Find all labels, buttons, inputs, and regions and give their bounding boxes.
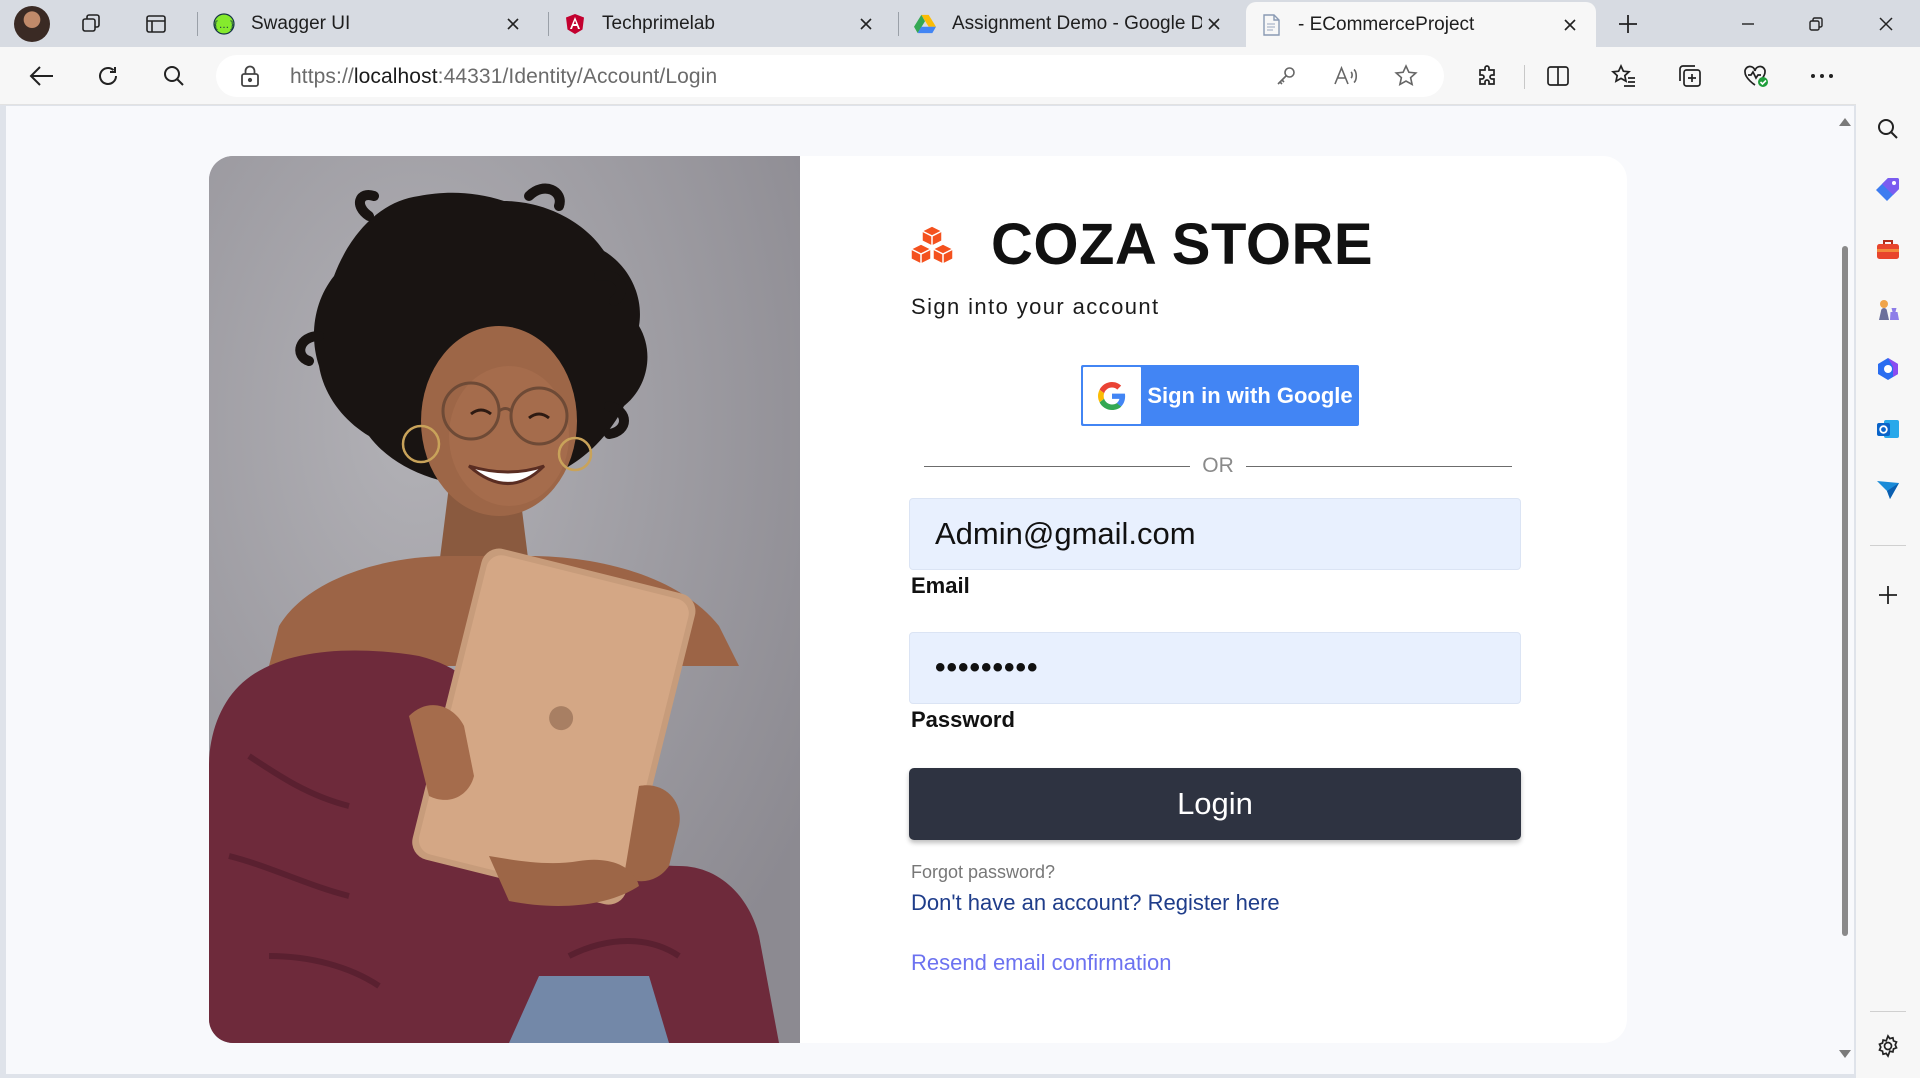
favorite-star-icon[interactable]	[1390, 61, 1422, 91]
close-tab-icon[interactable]	[1202, 12, 1226, 36]
swagger-icon: {…}	[213, 13, 235, 35]
tab-google-drive[interactable]: Assignment Demo - Google Dri	[900, 4, 1240, 44]
divider-line	[1245, 465, 1512, 467]
google-g-icon	[1083, 367, 1141, 424]
divider-line	[924, 465, 1191, 467]
page-scrollbar[interactable]	[1834, 106, 1854, 1074]
or-text: OR	[1202, 454, 1234, 477]
browser-toolbar: https://localhost:44331/Identity/Account…	[0, 47, 1920, 105]
workspaces-icon[interactable]	[74, 8, 110, 40]
more-options-icon[interactable]	[1802, 58, 1842, 94]
login-card: COZA STORE Sign into your account Sign i…	[209, 156, 1627, 1043]
google-signin-button[interactable]: Sign in with Google	[1081, 365, 1359, 426]
tab-label: - ECommerceProject	[1298, 13, 1475, 35]
tab-separator	[898, 12, 899, 36]
password-input[interactable]: •••••••••	[909, 632, 1521, 704]
register-link[interactable]: Don't have an account? Register here	[911, 890, 1280, 916]
microsoft-365-icon[interactable]	[1870, 351, 1906, 387]
angular-icon	[564, 13, 586, 35]
tab-strip: {…} Swagger UI Techprimelab Assignment D…	[0, 0, 1920, 47]
tab-label: Swagger UI	[251, 13, 351, 34]
forgot-password-link[interactable]: Forgot password?	[911, 862, 1055, 883]
search-icon[interactable]	[154, 58, 194, 94]
sidebar-divider	[1870, 545, 1906, 546]
back-icon[interactable]	[22, 58, 62, 94]
scroll-thumb[interactable]	[1842, 246, 1848, 936]
email-input[interactable]: Admin@gmail.com	[909, 498, 1521, 570]
split-screen-icon[interactable]	[1538, 58, 1578, 94]
tab-separator	[197, 12, 198, 36]
extensions-icon[interactable]	[1468, 58, 1508, 94]
tab-ecommerce-project[interactable]: - ECommerceProject	[1246, 2, 1596, 47]
add-sidebar-app-icon[interactable]	[1870, 577, 1906, 613]
toolbar-divider	[1524, 65, 1525, 89]
close-tab-icon[interactable]	[501, 12, 525, 36]
svg-text:{…}: {…}	[213, 20, 235, 31]
tab-techprimelab[interactable]: Techprimelab	[550, 4, 892, 44]
tools-icon[interactable]	[1870, 231, 1906, 267]
close-window-icon[interactable]	[1852, 0, 1920, 47]
scroll-up-arrow-icon[interactable]	[1839, 118, 1851, 126]
page-subtitle: Sign into your account	[911, 294, 1160, 319]
restore-icon[interactable]	[1782, 0, 1850, 47]
send-icon[interactable]	[1870, 471, 1906, 507]
url-text: https://localhost:44331/Identity/Account…	[290, 65, 718, 88]
hero-photo	[209, 156, 800, 1043]
shopping-tag-icon[interactable]	[1870, 171, 1906, 207]
key-icon[interactable]	[1270, 61, 1302, 91]
collections-icon[interactable]	[1670, 58, 1710, 94]
or-divider: OR	[924, 452, 1512, 480]
email-label: Email	[911, 573, 970, 598]
tab-label: Techprimelab	[602, 13, 715, 34]
scroll-down-arrow-icon[interactable]	[1839, 1050, 1851, 1058]
google-drive-icon	[914, 13, 936, 35]
outlook-icon[interactable]	[1870, 411, 1906, 447]
password-label: Password	[911, 707, 1015, 732]
edge-sidebar	[1856, 47, 1920, 1078]
tab-separator	[548, 12, 549, 36]
close-tab-icon[interactable]	[1558, 13, 1582, 37]
page-icon	[1260, 13, 1282, 36]
sidebar-search-icon[interactable]	[1870, 111, 1906, 147]
refresh-icon[interactable]	[88, 58, 128, 94]
close-tab-icon[interactable]	[854, 12, 878, 36]
browser-essentials-icon[interactable]	[1736, 58, 1776, 94]
games-icon[interactable]	[1870, 291, 1906, 327]
read-aloud-icon[interactable]	[1330, 61, 1362, 91]
settings-gear-icon[interactable]	[1870, 1028, 1906, 1064]
new-tab-icon[interactable]	[1610, 8, 1646, 40]
resend-confirmation-link[interactable]: Resend email confirmation	[911, 950, 1171, 976]
brand-name: COZA STORE	[991, 212, 1374, 277]
page-viewport: COZA STORE Sign into your account Sign i…	[6, 106, 1854, 1074]
minimize-icon[interactable]	[1714, 0, 1782, 47]
login-button[interactable]: Login	[909, 768, 1521, 840]
favorites-icon[interactable]	[1604, 58, 1644, 94]
tab-swagger[interactable]: {…} Swagger UI	[199, 4, 539, 44]
profile-avatar[interactable]	[14, 6, 50, 42]
brand-header: COZA STORE	[909, 211, 1373, 278]
vertical-tabs-icon[interactable]	[138, 8, 174, 40]
lock-icon[interactable]	[240, 65, 260, 92]
sidebar-divider	[1870, 1011, 1906, 1012]
tab-label: Assignment Demo - Google Dri	[952, 13, 1202, 34]
boxes-logo-icon	[909, 224, 955, 266]
google-signin-label: Sign in with Google	[1147, 382, 1353, 408]
address-bar[interactable]: https://localhost:44331/Identity/Account…	[216, 55, 1444, 97]
